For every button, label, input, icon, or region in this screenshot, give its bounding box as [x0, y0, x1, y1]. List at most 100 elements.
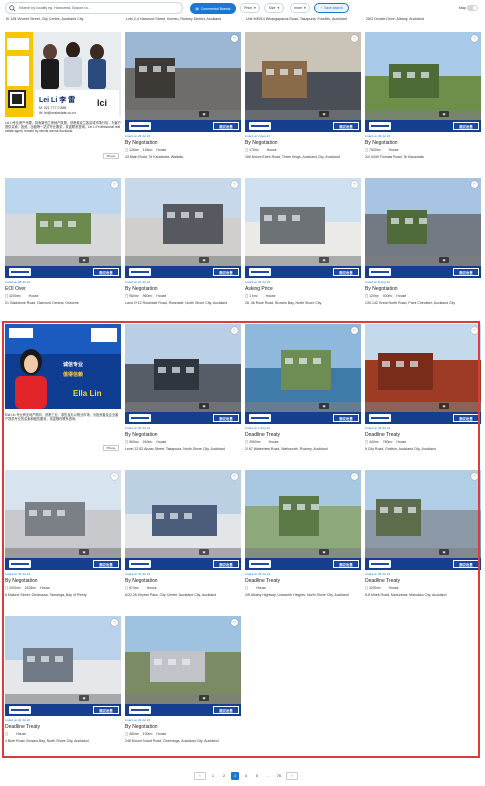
pagination: ‹ 1 2 3 4 5 … 76 › — [194, 772, 298, 780]
search-input[interactable]: Search by locality eg. Hamurera, Epsom r… — [5, 2, 183, 14]
listing-address: 248 Mount Smart Road, Onehunga, Auckland… — [125, 739, 219, 743]
page-1[interactable]: 1 — [209, 772, 217, 780]
listing-info: Listed on 31 Jul 24 Deadline Treaty ▢ Ho… — [5, 718, 121, 744]
listing-card[interactable]: ♡ ▣ 面议出售 Listed on 26 Jul 24 Deadline Tr… — [245, 470, 361, 610]
listed-date: Listed on 31 Jul 24 — [5, 718, 31, 722]
photo-count-icon: ▣ — [439, 549, 449, 555]
land-area: 134m² — [142, 148, 153, 152]
favorite-icon[interactable]: ♡ — [231, 619, 238, 626]
area-icon: ▢ — [5, 732, 9, 736]
listing-photo — [245, 178, 361, 278]
land-area: 130m² — [142, 732, 153, 736]
svg-text:诚信专业: 诚信专业 — [63, 361, 83, 368]
agent-phone-button[interactable]: Phone — [103, 445, 119, 451]
listing-card[interactable]: ♡ ▣ 面议出售 Listed on 25 Jul 24 Asking Pric… — [245, 178, 361, 318]
favorite-icon[interactable]: ♡ — [351, 181, 358, 188]
map-toggle[interactable] — [467, 5, 478, 11]
listing-features: ▢ 126m² 134m² House — [125, 148, 241, 153]
listing-tag: 面议出售 — [93, 560, 119, 568]
page-5[interactable]: 5 — [253, 772, 261, 780]
photo-count-icon: ▣ — [79, 549, 89, 555]
agency-logo — [129, 414, 151, 422]
area-icon: ▢ — [5, 586, 9, 590]
listing-card[interactable]: ♡ ▣ 面议出售 Listed on 30 Jul 24 By Negotiat… — [365, 32, 481, 172]
svg-text:Ella Lin: Ella Lin — [73, 389, 102, 398]
property-type: House — [388, 586, 399, 590]
listing-photo — [365, 178, 481, 278]
listing-info: Listed on 28 Jul 24 EOI Over ▢ 4200m² Ho… — [5, 280, 121, 306]
photo-count-icon: ▣ — [319, 549, 329, 555]
listing-tag: 面议出售 — [333, 414, 359, 422]
listing-card[interactable]: ♡ ▣ 面议出售 Listed on 31 Jul 24 By Negotiat… — [125, 178, 241, 318]
prev-address: Lots 2-4 Harwood Street, Kumeu, Rodney D… — [126, 17, 222, 21]
agency-logo — [9, 706, 31, 714]
floor-area: ▢ 960m² — [125, 294, 139, 298]
listing-card[interactable]: ♡ ▣ 面议出售 Listed on 1 Aug 24 Deadline Tre… — [245, 324, 361, 464]
building-icon: ▤ — [195, 6, 199, 11]
listing-card[interactable]: ♡ ▣ 面议出售 Listed on 31 Jul 24 By Negotiat… — [125, 616, 241, 756]
property-type: House — [146, 586, 157, 590]
listing-card[interactable]: ♡ ▣ 面议出售 Listed on 30 Jul 24 By Negotiat… — [125, 324, 241, 464]
listing-photo — [125, 324, 241, 424]
size-filter[interactable]: Size ▾ — [264, 3, 284, 13]
listing-card[interactable]: ♡ ▣ 面议出售 Listed on 31 Jul 24 By Negotiat… — [5, 470, 121, 610]
listing-card[interactable]: ♡ ▣ 面议出售 Listed on 31 Jul 24 By Negotiat… — [125, 470, 241, 610]
more-filter[interactable]: more ▾ — [290, 3, 310, 13]
listing-features: ▢ 440m² 780m² House — [365, 440, 481, 445]
listed-date: Listed on 1 Aug 24 — [245, 426, 270, 430]
listing-card[interactable]: ♡ ▣ 面议出售 Listed on 28 Jul 24 Deadline Tr… — [365, 324, 481, 464]
area-icon: ▢ — [365, 148, 369, 152]
page-2[interactable]: 2 — [220, 772, 228, 780]
listing-card[interactable]: ♡ ▣ 面议出售 Listed on 2 Aug 24 By Negotiati… — [245, 32, 361, 172]
listing-features: ▢ 7500m² House — [365, 148, 481, 153]
price-filter[interactable]: Price ▾ — [240, 3, 260, 13]
listing-tag: 面议出售 — [333, 268, 359, 276]
agency-banner: 面议出售 — [5, 266, 121, 278]
listing-card[interactable]: ♡ ▣ 面议出售 Listed on 31 Jul 24 Deadline Tr… — [5, 616, 121, 756]
listing-card[interactable]: ♡ ▣ 面议出售 Listed on 28 Jul 24 EOI Over ▢ … — [5, 178, 121, 318]
favorite-icon[interactable]: ♡ — [351, 473, 358, 480]
listing-card[interactable]: ♡ ▣ 面议出售 Listed on 26 Jul 24 By Negotiat… — [125, 32, 241, 172]
listing-address: Level 12-82 Anzac Street, Takapuna, Nort… — [125, 447, 225, 451]
favorite-icon[interactable]: ♡ — [111, 181, 118, 188]
agency-banner: 面议出售 — [125, 558, 241, 570]
listing-info: Listed on 26 Jul 24 Deadline Treaty ▢ Ho… — [245, 572, 361, 598]
favorite-icon[interactable]: ♡ — [231, 35, 238, 42]
photo-count-icon: ▣ — [199, 695, 209, 701]
favorite-icon[interactable]: ♡ — [231, 473, 238, 480]
listing-photo — [245, 32, 361, 132]
favorite-icon[interactable]: ♡ — [231, 327, 238, 334]
favorite-icon[interactable]: ♡ — [111, 473, 118, 480]
floor-area: ▢ 175m² — [245, 148, 259, 152]
favorite-icon[interactable]: ♡ — [471, 327, 478, 334]
listing-address: 6/22-26 Khyber Pass, City Centre, Auckla… — [125, 593, 217, 597]
commercial-brands-button[interactable]: ▤ Commercial Brands — [190, 3, 236, 14]
favorite-icon[interactable]: ♡ — [351, 35, 358, 42]
page-last[interactable]: 76 — [275, 772, 283, 780]
listing-card[interactable]: ♡ ▣ 面议出售 Listed on 8 Aug 24 By Negotiati… — [365, 178, 481, 318]
prev-page-button[interactable]: ‹ — [194, 772, 206, 780]
listing-address: Land 2+12 Rosedale Road, Rosedale, North… — [125, 301, 228, 305]
favorite-icon[interactable]: ♡ — [111, 619, 118, 626]
save-search-button[interactable]: ◔ Save search — [314, 3, 349, 13]
listing-features: ▢ 3250m² House — [365, 586, 481, 591]
area-icon: ▢ — [5, 294, 9, 298]
listing-card[interactable]: ♡ ▣ 面议出售 Listed on 28 Jul 24 Deadline Tr… — [365, 470, 481, 610]
listing-features: ▢ House — [245, 586, 361, 591]
page-4[interactable]: 4 — [242, 772, 250, 780]
favorite-icon[interactable]: ♡ — [471, 35, 478, 42]
next-page-button[interactable]: › — [286, 772, 298, 780]
favorite-icon[interactable]: ♡ — [471, 473, 478, 480]
listing-photo — [365, 324, 481, 424]
favorite-icon[interactable]: ♡ — [231, 181, 238, 188]
favorite-icon[interactable]: ♡ — [471, 181, 478, 188]
property-type: House — [16, 732, 27, 736]
photo-count-icon: ▣ — [199, 257, 209, 263]
page-3[interactable]: 3 — [231, 772, 239, 780]
favorite-icon[interactable]: ♡ — [351, 327, 358, 334]
area-icon: ▢ — [125, 732, 129, 736]
listing-features: ▢ House — [5, 732, 121, 737]
listing-price: Deadline Treaty — [245, 432, 281, 438]
area-icon: ▢ — [245, 294, 249, 298]
agent-phone-button[interactable]: Phone — [103, 153, 119, 159]
